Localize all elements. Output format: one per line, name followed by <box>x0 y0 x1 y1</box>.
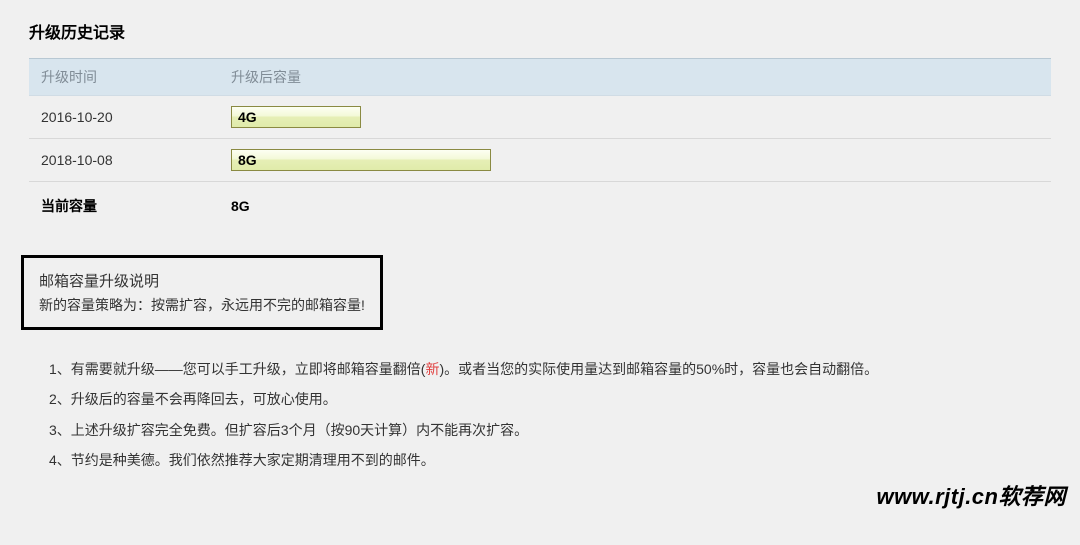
cell-date: 2018-10-08 <box>29 139 219 182</box>
rule-item: 2、升级后的容量不会再降回去，可放心使用。 <box>49 388 1051 410</box>
cell-capacity: 8G <box>219 139 1051 182</box>
rule-num: 4、 <box>49 452 71 468</box>
current-value: 8G <box>219 182 1051 231</box>
rule-text: 升级后的容量不会再降回去，可放心使用。 <box>71 391 337 407</box>
history-table: 升级时间 升级后容量 2016-10-20 4G 2018-10-08 8G 当… <box>29 58 1051 230</box>
rule-num: 3、 <box>49 422 71 438</box>
col-upgrade-capacity: 升级后容量 <box>219 59 1051 96</box>
current-label: 当前容量 <box>29 182 219 231</box>
page-title: 升级历史记录 <box>29 19 1051 43</box>
rules-list: 1、有需要就升级——您可以手工升级，立即将邮箱容量翻倍(新)。或者当您的实际使用… <box>49 358 1051 472</box>
table-row: 2018-10-08 8G <box>29 139 1051 182</box>
cell-capacity: 4G <box>219 96 1051 139</box>
rule-text: )。或者当您的实际使用量达到邮箱容量的50%时，容量也会自动翻倍。 <box>439 361 878 377</box>
current-row: 当前容量 8G <box>29 182 1051 231</box>
rule-num: 1、 <box>49 361 71 377</box>
notice-text: 新的容量策略为：按需扩容，永远用不完的邮箱容量! <box>39 295 365 315</box>
cell-date: 2016-10-20 <box>29 96 219 139</box>
rule-text: 上述升级扩容完全免费。但扩容后3个月（按90天计算）内不能再次扩容。 <box>71 422 528 438</box>
rule-text: 有需要就升级——您可以手工升级，立即将邮箱容量翻倍( <box>71 361 426 377</box>
capacity-bar: 4G <box>231 106 361 128</box>
rule-item: 3、上述升级扩容完全免费。但扩容后3个月（按90天计算）内不能再次扩容。 <box>49 419 1051 441</box>
col-upgrade-time: 升级时间 <box>29 59 219 96</box>
rule-item: 1、有需要就升级——您可以手工升级，立即将邮箱容量翻倍(新)。或者当您的实际使用… <box>49 358 1051 380</box>
rule-text: 节约是种美德。我们依然推荐大家定期清理用不到的邮件。 <box>71 452 435 468</box>
notice-title: 邮箱容量升级说明 <box>39 270 365 291</box>
rule-num: 2、 <box>49 391 71 407</box>
capacity-bar: 8G <box>231 149 491 171</box>
table-row: 2016-10-20 4G <box>29 96 1051 139</box>
new-badge: 新 <box>425 361 439 377</box>
watermark: www.rjtj.cn软荐网 <box>876 479 1066 511</box>
notice-box: 邮箱容量升级说明 新的容量策略为：按需扩容，永远用不完的邮箱容量! <box>21 255 383 330</box>
rule-item: 4、节约是种美德。我们依然推荐大家定期清理用不到的邮件。 <box>49 449 1051 471</box>
